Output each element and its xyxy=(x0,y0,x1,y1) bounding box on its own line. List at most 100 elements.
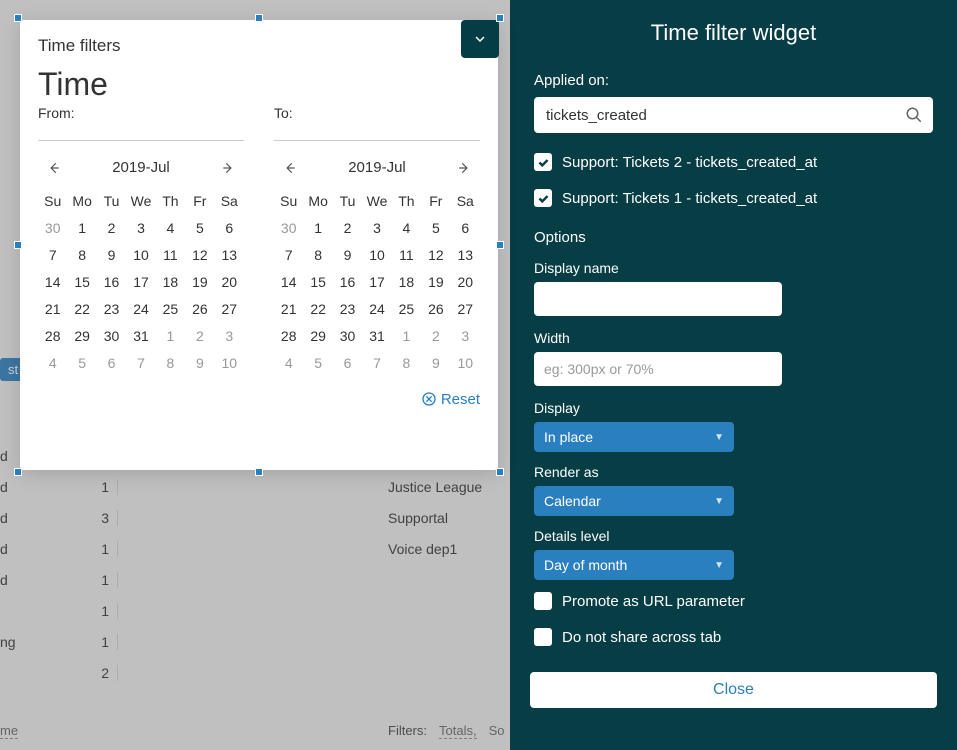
calendar-day[interactable]: 28 xyxy=(274,323,303,350)
display-select[interactable]: In place ▼ xyxy=(534,422,734,452)
calendar-day[interactable]: 11 xyxy=(392,242,421,269)
popup-menu-button[interactable] xyxy=(461,20,499,58)
width-input[interactable] xyxy=(534,352,782,386)
calendar-day[interactable]: 6 xyxy=(451,215,480,242)
calendar-day[interactable]: 10 xyxy=(215,350,244,377)
from-next-month[interactable] xyxy=(216,156,240,180)
calendar-day[interactable]: 3 xyxy=(451,323,480,350)
calendar-day[interactable]: 29 xyxy=(303,323,332,350)
calendar-day[interactable]: 30 xyxy=(274,215,303,242)
calendar-day[interactable]: 21 xyxy=(274,296,303,323)
calendar-day[interactable]: 17 xyxy=(362,269,391,296)
calendar-day[interactable]: 8 xyxy=(392,350,421,377)
calendar-day[interactable]: 2 xyxy=(421,323,450,350)
calendar-day[interactable]: 28 xyxy=(38,323,67,350)
calendar-day[interactable]: 25 xyxy=(156,296,185,323)
calendar-day[interactable]: 5 xyxy=(303,350,332,377)
calendar-day[interactable]: 1 xyxy=(67,215,96,242)
calendar-day[interactable]: 9 xyxy=(185,350,214,377)
calendar-day[interactable]: 6 xyxy=(215,215,244,242)
calendar-day[interactable]: 15 xyxy=(67,269,96,296)
no-share-tab-checkbox[interactable] xyxy=(534,628,552,646)
details-level-select[interactable]: Day of month ▼ xyxy=(534,550,734,580)
calendar-day[interactable]: 26 xyxy=(185,296,214,323)
calendar-day[interactable]: 5 xyxy=(185,215,214,242)
calendar-day[interactable]: 1 xyxy=(392,323,421,350)
calendar-day[interactable]: 4 xyxy=(274,350,303,377)
calendar-day[interactable]: 30 xyxy=(38,215,67,242)
calendar-day[interactable]: 18 xyxy=(392,269,421,296)
close-button[interactable]: Close xyxy=(530,672,937,708)
calendar-day[interactable]: 8 xyxy=(156,350,185,377)
calendar-day[interactable]: 16 xyxy=(97,269,126,296)
from-prev-month[interactable] xyxy=(42,156,66,180)
calendar-day[interactable]: 19 xyxy=(185,269,214,296)
calendar-day[interactable]: 19 xyxy=(421,269,450,296)
render-as-select[interactable]: Calendar ▼ xyxy=(534,486,734,516)
calendar-day[interactable]: 18 xyxy=(156,269,185,296)
calendar-day[interactable]: 7 xyxy=(362,350,391,377)
calendar-day[interactable]: 4 xyxy=(156,215,185,242)
calendar-day[interactable]: 2 xyxy=(97,215,126,242)
calendar-day[interactable]: 1 xyxy=(303,215,332,242)
applied-on-checkbox[interactable] xyxy=(534,153,552,171)
calendar-day[interactable]: 29 xyxy=(67,323,96,350)
calendar-day[interactable]: 3 xyxy=(362,215,391,242)
calendar-day[interactable]: 24 xyxy=(126,296,155,323)
calendar-day[interactable]: 12 xyxy=(185,242,214,269)
calendar-day[interactable]: 9 xyxy=(421,350,450,377)
calendar-day[interactable]: 7 xyxy=(126,350,155,377)
calendar-day[interactable]: 5 xyxy=(67,350,96,377)
calendar-day[interactable]: 20 xyxy=(451,269,480,296)
calendar-day[interactable]: 5 xyxy=(421,215,450,242)
to-prev-month[interactable] xyxy=(278,156,302,180)
calendar-day[interactable]: 1 xyxy=(156,323,185,350)
reset-button[interactable]: Reset xyxy=(38,391,480,408)
calendar-day[interactable]: 23 xyxy=(97,296,126,323)
calendar-day[interactable]: 30 xyxy=(97,323,126,350)
calendar-day[interactable]: 13 xyxy=(215,242,244,269)
calendar-day[interactable]: 10 xyxy=(126,242,155,269)
calendar-day[interactable]: 31 xyxy=(126,323,155,350)
applied-on-checkbox[interactable] xyxy=(534,189,552,207)
calendar-day[interactable]: 26 xyxy=(421,296,450,323)
calendar-day[interactable]: 25 xyxy=(392,296,421,323)
calendar-day[interactable]: 14 xyxy=(38,269,67,296)
promote-url-checkbox[interactable] xyxy=(534,592,552,610)
calendar-day[interactable]: 3 xyxy=(126,215,155,242)
calendar-day[interactable]: 22 xyxy=(303,296,332,323)
calendar-day[interactable]: 4 xyxy=(392,215,421,242)
calendar-day[interactable]: 15 xyxy=(303,269,332,296)
calendar-day[interactable]: 2 xyxy=(185,323,214,350)
calendar-day[interactable]: 9 xyxy=(333,242,362,269)
calendar-day[interactable]: 31 xyxy=(362,323,391,350)
totals-label[interactable]: Totals, xyxy=(439,723,477,739)
calendar-day[interactable]: 7 xyxy=(274,242,303,269)
calendar-day[interactable]: 11 xyxy=(156,242,185,269)
calendar-day[interactable]: 21 xyxy=(38,296,67,323)
calendar-day[interactable]: 23 xyxy=(333,296,362,323)
calendar-day[interactable]: 16 xyxy=(333,269,362,296)
calendar-day[interactable]: 4 xyxy=(38,350,67,377)
calendar-day[interactable]: 30 xyxy=(333,323,362,350)
calendar-day[interactable]: 10 xyxy=(362,242,391,269)
calendar-day[interactable]: 14 xyxy=(274,269,303,296)
display-name-input[interactable] xyxy=(534,282,782,316)
calendar-day[interactable]: 24 xyxy=(362,296,391,323)
calendar-day[interactable]: 17 xyxy=(126,269,155,296)
calendar-day[interactable]: 3 xyxy=(215,323,244,350)
to-input[interactable] xyxy=(274,123,480,141)
calendar-day[interactable]: 27 xyxy=(451,296,480,323)
calendar-day[interactable]: 7 xyxy=(38,242,67,269)
from-input[interactable] xyxy=(38,123,244,141)
calendar-day[interactable]: 12 xyxy=(421,242,450,269)
calendar-day[interactable]: 20 xyxy=(215,269,244,296)
calendar-day[interactable]: 6 xyxy=(333,350,362,377)
calendar-day[interactable]: 8 xyxy=(67,242,96,269)
calendar-day[interactable]: 6 xyxy=(97,350,126,377)
calendar-day[interactable]: 22 xyxy=(67,296,96,323)
calendar-day[interactable]: 13 xyxy=(451,242,480,269)
applied-on-input[interactable] xyxy=(534,97,933,133)
calendar-day[interactable]: 2 xyxy=(333,215,362,242)
calendar-day[interactable]: 8 xyxy=(303,242,332,269)
